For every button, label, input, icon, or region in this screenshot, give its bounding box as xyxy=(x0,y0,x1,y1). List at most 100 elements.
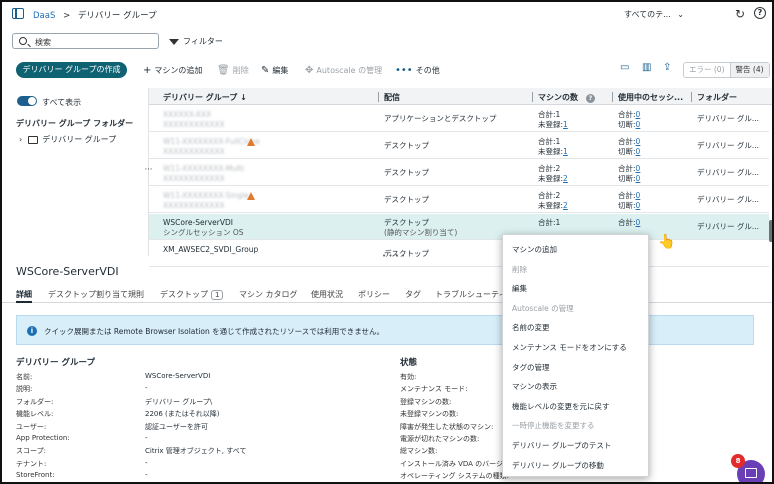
machine-total-label: 合計: xyxy=(538,110,556,119)
machine-total-value: 1 xyxy=(555,110,561,119)
chevron-right-icon[interactable]: › xyxy=(19,135,22,144)
unregistered-link[interactable]: 1 xyxy=(563,120,568,129)
tab-tags[interactable]: タグ xyxy=(405,289,421,300)
filter-button[interactable]: フィルター xyxy=(169,36,223,47)
tab-machine-catalogs[interactable]: マシン カタログ xyxy=(239,289,298,300)
disconnected-link[interactable]: 0 xyxy=(636,174,641,183)
group-name[interactable]: WSCore-ServerVDI xyxy=(163,218,233,228)
columns-icon[interactable]: ▥ xyxy=(642,62,651,73)
machine-total-label: 合計: xyxy=(538,191,556,200)
session-total-link[interactable]: 0 xyxy=(636,191,641,200)
menu-item[interactable]: メンテナンス モードをオンにする xyxy=(512,342,627,353)
breadcrumb-root[interactable]: DaaS xyxy=(33,11,55,21)
edit-button[interactable]: ✎ 編集 xyxy=(261,65,288,76)
session-total-label: 合計: xyxy=(618,218,636,227)
menu-item[interactable]: タグの管理 xyxy=(512,362,550,373)
unregistered-link[interactable]: 1 xyxy=(563,147,568,156)
session-total: 合計:0 xyxy=(618,191,640,201)
session-total-link[interactable]: 0 xyxy=(636,110,641,119)
info-text: クイック展開または Remote Browser Isolation を通じて作… xyxy=(44,327,385,336)
group-name[interactable]: W11-XXXXXXXX-Single xyxy=(163,191,249,201)
column-header[interactable]: デリバリー グループ ↓ xyxy=(163,92,247,103)
unregistered-link[interactable]: 2 xyxy=(563,201,568,210)
scrollbar[interactable] xyxy=(769,220,772,242)
panel-toggle-icon[interactable] xyxy=(12,8,24,19)
property-value: 認証ユーザーを許可 xyxy=(145,422,208,431)
session-total-link[interactable]: 0 xyxy=(636,164,641,173)
group-name[interactable]: XM_AWSEC2_SVDI_Group xyxy=(163,245,258,255)
export-icon[interactable]: ⇪ xyxy=(663,62,671,73)
add-machines-label: マシンの追加 xyxy=(154,66,203,75)
delete-button[interactable]: 🗑 削除 xyxy=(217,65,249,76)
disconnected-link[interactable]: 0 xyxy=(636,201,641,210)
search-input[interactable]: 検索 xyxy=(35,37,51,48)
group-name[interactable]: W11-XXXXXXXX-Multi xyxy=(163,164,244,174)
machine-total: 合計:1 xyxy=(538,110,560,120)
chat-button[interactable]: 8 xyxy=(731,454,765,482)
autoscale-label: Autoscale の管理 xyxy=(316,66,383,75)
menu-item[interactable]: 機能レベルの変更を元に戻す xyxy=(512,401,610,412)
folder-tree-item[interactable]: › デリバリー グループ xyxy=(19,134,116,145)
tab-details[interactable]: 詳細 xyxy=(16,289,32,303)
errors-filter[interactable]: エラー (0) xyxy=(684,63,731,77)
column-header-label: マシンの数 xyxy=(538,93,578,102)
disconnected-link[interactable]: 0 xyxy=(636,120,641,129)
menu-item[interactable]: デリバリー グループのテスト xyxy=(512,440,611,451)
add-machines-button[interactable]: + マシンの追加 xyxy=(143,65,202,76)
info-icon: i xyxy=(27,326,37,336)
table-row[interactable]: W11-XXXXXXXX-FullClone XXXXXXXXXXXX デスクトップ… xyxy=(149,133,769,159)
column-header[interactable]: 配信 xyxy=(378,92,400,103)
session-disconnected: 切断:0 xyxy=(618,201,640,211)
autoscale-button[interactable]: ✥ Autoscale の管理 xyxy=(305,65,382,76)
resize-handle[interactable]: • • • • xyxy=(382,252,405,260)
property-label: 電源が切れたマシンの数: xyxy=(400,435,480,443)
delivery-subtype: (静的マシン割り当て) xyxy=(384,228,458,237)
scope-selector[interactable]: すべてのテ... ⌄ xyxy=(624,9,684,20)
help-icon[interactable]: ? xyxy=(586,94,595,103)
machine-unregistered: 未登録:2 xyxy=(538,201,568,211)
warnings-filter[interactable]: 警告 (4) xyxy=(730,63,769,77)
machine-unregistered: 未登録:1 xyxy=(538,147,568,157)
menu-item[interactable]: デリバリー グループの移動 xyxy=(512,460,604,471)
property-label: 説明: xyxy=(16,385,33,394)
show-all-toggle[interactable] xyxy=(17,96,37,106)
more-button[interactable]: ••• その他 xyxy=(395,65,440,76)
folder-icon[interactable]: ▭ xyxy=(620,62,629,73)
help-icon[interactable]: ? xyxy=(754,7,766,19)
session-total-link[interactable]: 0 xyxy=(636,218,641,227)
menu-item[interactable]: 編集 xyxy=(512,283,527,294)
search-box[interactable]: 検索 xyxy=(12,33,159,49)
table-row[interactable]: W11-XXXXXXXX-Single XXXXXXXXXXXX デスクトップ 合計:… xyxy=(149,187,769,213)
menu-item[interactable]: マシンの表示 xyxy=(512,381,557,392)
menu-item[interactable]: マシンの追加 xyxy=(512,244,557,255)
table-row[interactable]: W11-XXXXXXXX-Multi XXXXXXXXXXXX デスクトップ 合計:2… xyxy=(149,160,769,186)
tab-desktop-assignment[interactable]: デスクトップ割り当て規則 xyxy=(48,289,144,300)
breadcrumb-separator: > xyxy=(63,11,71,21)
session-total-label: 合計: xyxy=(618,191,636,200)
tab-desktops[interactable]: デスクトップ 1 xyxy=(160,289,224,300)
disconnected-label: 切断: xyxy=(618,147,636,156)
group-subtitle: XXXXXXXXXXXX xyxy=(163,174,225,183)
create-delivery-group-button[interactable]: デリバリー グループの作成 xyxy=(16,62,127,78)
column-header[interactable]: 使用中のセッシ... xyxy=(611,92,683,103)
column-header[interactable]: フォルダー xyxy=(691,92,737,103)
tab-usage[interactable]: 使用状況 xyxy=(311,289,343,300)
tab-troubleshooting[interactable]: トラブルシューティ xyxy=(435,289,507,300)
refresh-icon[interactable]: ↻ xyxy=(735,7,745,21)
table-row[interactable]: XXXXXX-XXX XXXXXXXXXXXX アプリケーションとデスクトップ 合計:… xyxy=(149,106,769,132)
filter-icon xyxy=(169,38,179,45)
group-subtitle: シングルセッション OS xyxy=(163,228,244,237)
column-header[interactable]: マシンの数? xyxy=(532,92,595,103)
session-total-link[interactable]: 0 xyxy=(636,137,641,146)
top-bar: DaaS > デリバリー グループ すべてのテ... ⌄ ↻ ? xyxy=(2,2,772,26)
tab-policies[interactable]: ポリシー xyxy=(358,289,390,300)
property-value: - xyxy=(145,471,148,480)
disconnected-link[interactable]: 0 xyxy=(636,147,641,156)
detail-tabs: 詳細 デスクトップ割り当て規則 デスクトップ 1 マシン カタログ 使用状況 ポリ… xyxy=(2,286,772,303)
count-badge: 1 xyxy=(211,290,224,300)
group-name[interactable]: XXXXXX-XXX xyxy=(163,110,211,120)
table-row[interactable]: XM_AWSEC2_SVDI_Group デスクトップ xyxy=(149,241,769,267)
table-row[interactable]: WSCore-ServerVDI シングルセッション OS デスクトップ (静的マシン… xyxy=(149,214,769,240)
menu-item[interactable]: 名前の変更 xyxy=(512,322,550,333)
unregistered-link[interactable]: 2 xyxy=(563,174,568,183)
